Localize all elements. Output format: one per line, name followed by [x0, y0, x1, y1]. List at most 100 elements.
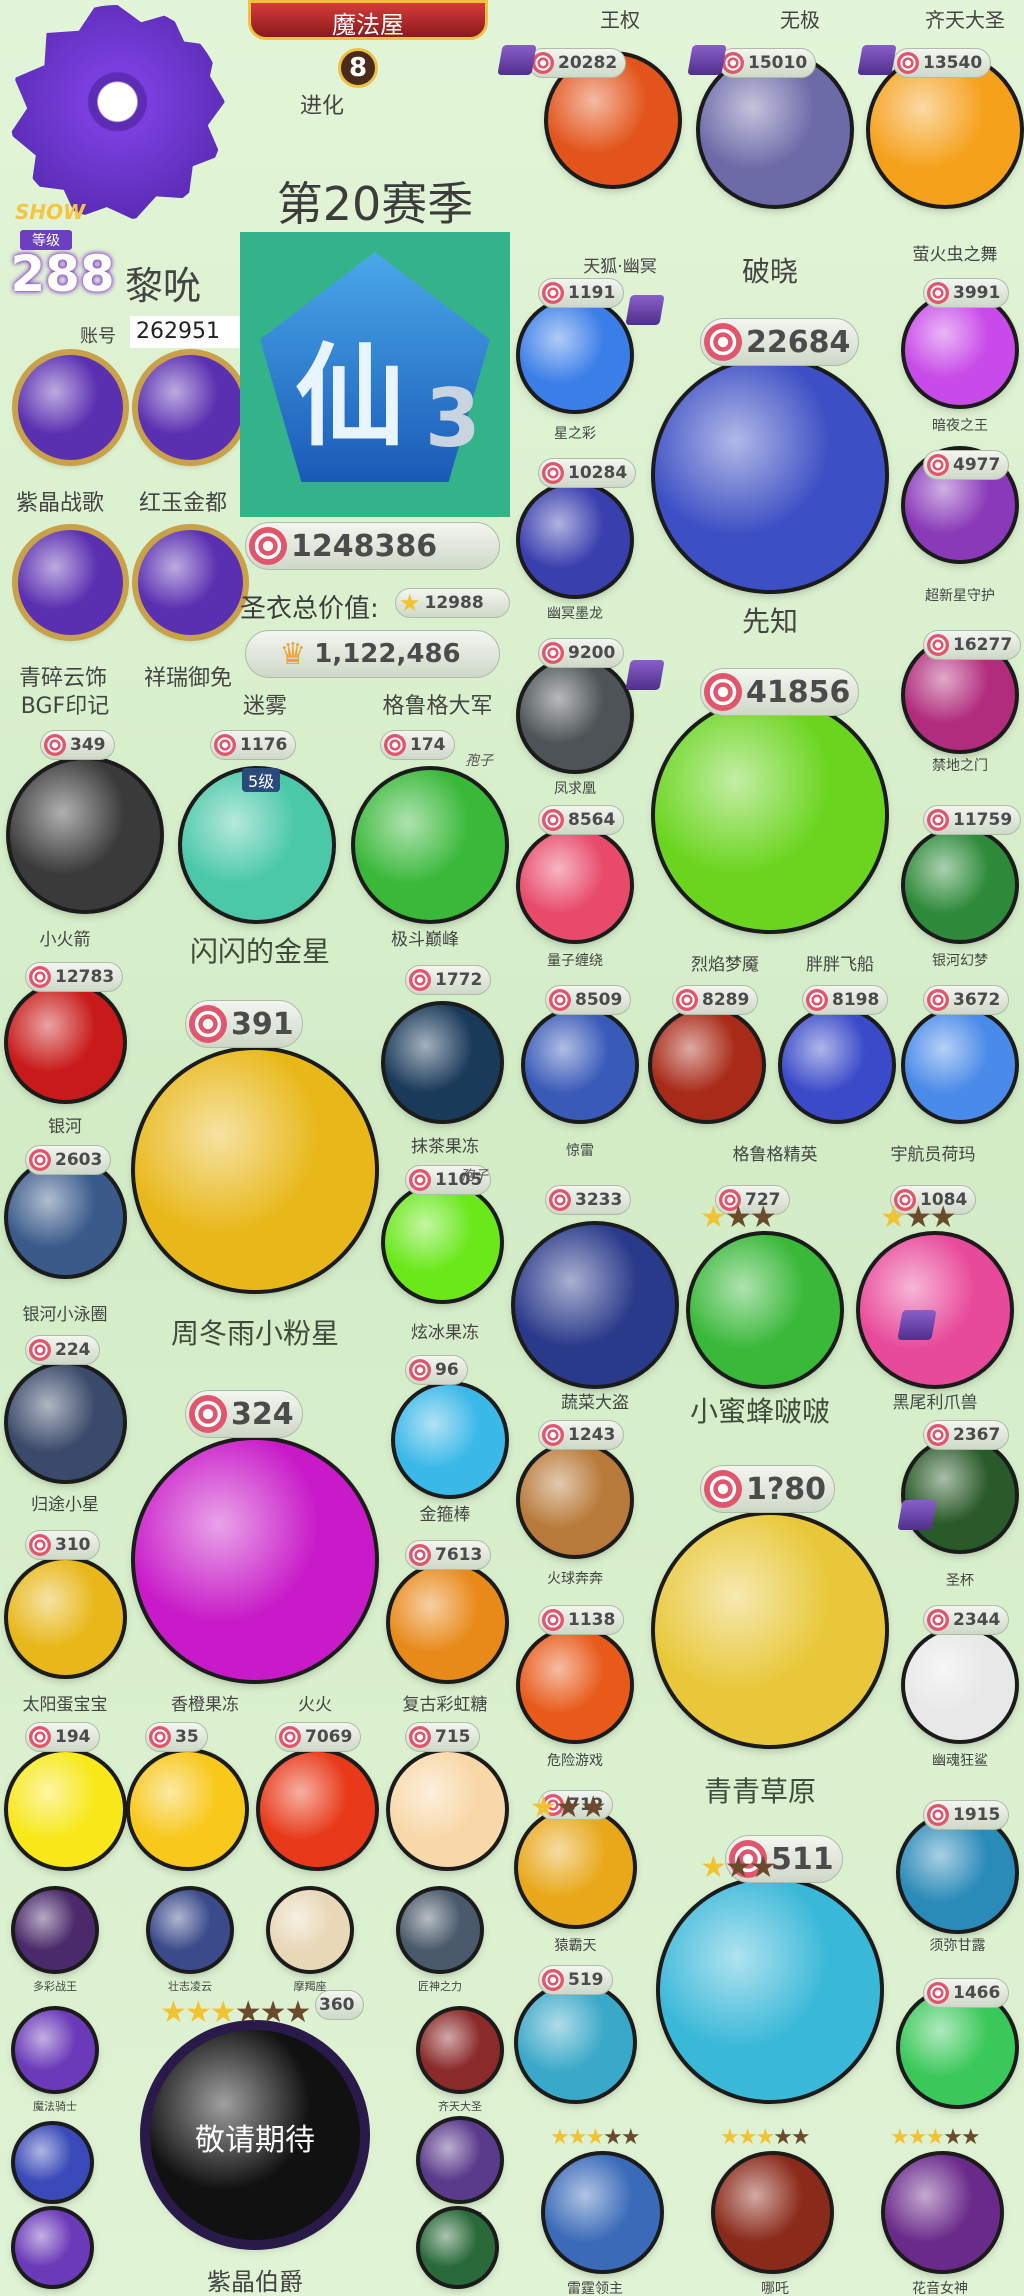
candy-ball[interactable] — [390, 1752, 505, 1867]
xingzhicai-ball[interactable] — [520, 300, 630, 410]
xiaohuojian-value-pill: 349 — [40, 730, 115, 760]
small-character-3[interactable] — [400, 1890, 480, 1970]
yinhexiaoyong-ball[interactable] — [8, 1160, 123, 1275]
small-character-label-0: 多彩战王 — [33, 1980, 77, 1993]
xuanbing-ball[interactable] — [385, 1185, 500, 1300]
mw-ball[interactable] — [182, 770, 332, 920]
small-character-0[interactable] — [15, 1890, 95, 1970]
yinhe-ball[interactable] — [8, 985, 123, 1100]
yuhang-ball[interactable] — [782, 1010, 892, 1120]
jinxing-ball[interactable] — [135, 1050, 375, 1290]
qitian-label: 萤火虫之舞 — [912, 245, 998, 265]
small-character-label-6: 魔法骑士 — [33, 2100, 77, 2113]
xingzhicai-value-pill: 1191 — [538, 278, 625, 308]
bottom-hero-1[interactable] — [715, 2155, 830, 2270]
pig-ball[interactable] — [518, 1985, 633, 2100]
xianzhi-title: 先知 — [741, 605, 798, 638]
huoqiu-label: 火球奔奔 — [547, 1571, 603, 1587]
fugu-ball[interactable] — [390, 1565, 505, 1680]
swirl-icon — [927, 809, 949, 831]
jinglei-ball[interactable] — [525, 1010, 635, 1120]
fenxing-ball[interactable] — [135, 1440, 375, 1680]
sun-ball[interactable] — [8, 1752, 123, 1867]
yellow-ball[interactable] — [130, 1752, 245, 1867]
heiwei-label: 黑尾利爪兽 — [892, 1393, 978, 1413]
weixian-ball[interactable] — [520, 1630, 630, 1740]
rank-number: 3 — [425, 372, 481, 465]
green-value-pill: 1466 — [923, 1978, 1010, 2008]
jidou-ball[interactable] — [355, 770, 505, 920]
rating-stars-3: ★★★ — [530, 1790, 607, 1825]
star-icon: ★ — [399, 589, 421, 617]
qingqing-ball[interactable] — [660, 1880, 880, 2100]
yinhemeng-ball[interactable] — [905, 830, 1015, 940]
xiaomifeng-ball[interactable] — [655, 1515, 885, 1745]
rank-char: 仙 — [295, 333, 405, 461]
quality-badge-0 — [497, 45, 537, 75]
section-label-1: 迷雾 — [242, 694, 287, 719]
avatar[interactable] — [10, 5, 225, 220]
small-character-5[interactable] — [420, 2120, 500, 2200]
small-character-1[interactable] — [150, 1890, 230, 1970]
xiaomifeng_m-ball[interactable] — [690, 1235, 840, 1385]
fire-ball[interactable] — [260, 1752, 375, 1867]
seal-0[interactable] — [18, 355, 123, 460]
youming-label: 幽冥墨龙 — [547, 606, 603, 622]
bottom-hero-stars-1: ★★★★★ — [720, 2125, 811, 2150]
jidou-value: 174 — [410, 735, 446, 755]
seal-label-0: 紫晶战歌 — [15, 491, 104, 516]
fengqiu-ball[interactable] — [520, 660, 630, 770]
shengbei-ball[interactable] — [905, 1440, 1015, 1550]
seal-3[interactable] — [138, 530, 243, 635]
bottom-hero-2[interactable] — [885, 2155, 1000, 2270]
rating-stars-0: ★★★ — [700, 1200, 777, 1235]
swirl-icon — [704, 673, 742, 711]
yuhang2-ball[interactable] — [905, 1010, 1015, 1120]
seal-1[interactable] — [138, 355, 243, 460]
small-character-2[interactable] — [270, 1890, 350, 1970]
gelugejy-ball[interactable] — [652, 1010, 762, 1120]
crown-icon: ♛ — [279, 636, 307, 672]
yuanba-ball[interactable] — [518, 1810, 633, 1925]
xiaohuojian-ball[interactable] — [10, 760, 160, 910]
swirl-icon — [249, 527, 287, 565]
extra-character-1[interactable] — [15, 2210, 90, 2285]
extra-character-2[interactable] — [420, 2210, 495, 2285]
pig-value-pill: 519 — [538, 1965, 613, 1995]
huoqiu-ball[interactable] — [520, 1445, 630, 1555]
seal-2[interactable] — [18, 530, 123, 635]
taiyang-ball[interactable] — [8, 1560, 123, 1675]
youhun-ball[interactable] — [905, 1630, 1015, 1740]
quality-badge-3 — [625, 295, 665, 325]
poxiao-value-pill: 22684 — [700, 318, 860, 366]
wuji-value-pill: 15010 — [718, 48, 817, 78]
xumi-ball[interactable] — [900, 1815, 1015, 1930]
extra-character-0[interactable] — [15, 2125, 90, 2200]
liangzi-ball[interactable] — [520, 830, 630, 940]
bottom-hero-0[interactable] — [545, 2155, 660, 2270]
fugu-value-pill: 7613 — [405, 1540, 492, 1570]
swirl-icon — [214, 734, 236, 756]
coming-soon-ball[interactable]: 敬请期待 — [150, 2030, 360, 2240]
chaoxin-label: 超新星守护 — [925, 588, 995, 604]
small-character-4[interactable] — [420, 2010, 500, 2090]
magic-house-banner[interactable]: 魔法屋 — [248, 0, 488, 40]
xiaomifeng-title: 小蜜蜂啵啵 — [689, 1395, 830, 1428]
xianzhi-ball[interactable] — [655, 700, 885, 930]
jindi-value: 16277 — [953, 635, 1013, 655]
guitu-ball[interactable] — [8, 1365, 123, 1480]
fire-value: 7069 — [305, 1727, 353, 1747]
anye-ball[interactable] — [905, 295, 1015, 405]
youming-ball[interactable] — [520, 485, 630, 595]
weixian-value-pill: 1138 — [538, 1605, 625, 1635]
wuji-title: 无极 — [780, 8, 820, 32]
mocha-ball[interactable] — [385, 1005, 500, 1120]
small-character-6[interactable] — [15, 2010, 95, 2090]
xingzhicai-value: 1191 — [568, 283, 616, 303]
shucai-ball[interactable] — [515, 1225, 675, 1385]
jingubang-ball[interactable] — [395, 1385, 505, 1495]
yuhang-label: 宇航员荷玛 — [890, 1145, 976, 1165]
yuhang2-value-pill: 3672 — [923, 985, 1010, 1015]
yinhemeng-value-pill: 11759 — [923, 805, 1022, 835]
poxiao-ball[interactable] — [655, 360, 885, 590]
